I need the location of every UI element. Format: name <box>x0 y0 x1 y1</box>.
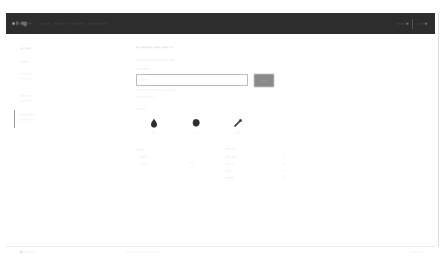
page-subtitle: ····· ······ ········ ·· ··· ···· <box>136 58 175 62</box>
stats-value: ·· <box>283 162 286 166</box>
mode-option[interactable]: ····· <box>226 118 250 140</box>
recent-list: ······· ······ ··· ··· <box>136 147 148 168</box>
options-label: ········ <box>136 107 146 111</box>
brand-logo[interactable]: ● t··ng ·· <box>12 21 31 27</box>
footer-right[interactable]: ······· · ···· <box>410 250 425 254</box>
stats-row: ····· ·· <box>226 168 286 175</box>
tool-icon <box>234 119 242 127</box>
sidebar-item[interactable]: ·· ···· ··· ·· ······· <box>20 72 33 82</box>
mode-option[interactable]: ···· <box>142 118 166 140</box>
sidebar-item-sublabel: ··· ·· ···· <box>20 99 33 103</box>
secondary-link[interactable]: ·· ···· · ····· ·· <box>136 95 156 99</box>
stats-value: ·· <box>283 176 286 180</box>
footer: ● ···· ···· · ··· ········ ···· ·· ···· … <box>6 246 435 256</box>
mode-options: ···· ·· ·· ····· <box>142 118 262 140</box>
nav-link[interactable]: ··· ··· <box>41 21 50 26</box>
footer-left[interactable]: ● ···· ···· · <box>20 250 35 254</box>
stats-label: ······· <box>226 176 234 180</box>
sidebar-item-label: ········ <box>20 60 30 64</box>
stats-row: ··· ··· ·· <box>226 161 286 168</box>
nav-link[interactable]: ··· ···· <box>55 21 65 26</box>
field-label: ···· ······· <box>136 67 151 71</box>
top-nav: ··· ··· ··· ···· ·· ·· ······ ···· ··· ·… <box>41 21 106 26</box>
divider <box>412 18 414 29</box>
sidebar-item[interactable]: ········ <box>20 60 30 65</box>
stats-label: ···· ···· <box>226 155 236 159</box>
page-title: ·· ······· ···· ···· ·· <box>136 45 174 51</box>
recent-list-heading: ······· <box>136 148 144 152</box>
blob-icon <box>192 119 200 127</box>
account-menu[interactable]: ······· ▾ <box>396 21 408 26</box>
stats-row: ······· ·· <box>226 175 286 182</box>
mode-caption: ·· ·· <box>193 131 199 135</box>
list-link[interactable]: ······ <box>188 161 195 165</box>
mode-caption: ···· <box>151 131 157 135</box>
sidebar-item-sublabel: ·· ······· <box>20 77 32 81</box>
mode-caption: ····· <box>235 131 241 135</box>
sidebar: ·· ···· ········ ·· ···· ··· ·· ······· … <box>6 34 124 246</box>
sidebar-item[interactable]: ··· ·· ··· ··· ·· ···· <box>20 94 33 104</box>
scrollbar[interactable] <box>438 13 439 246</box>
header-right: ······· ▾ · ··· ▾ <box>396 18 427 29</box>
stats-value: ·· <box>283 155 286 159</box>
nav-link[interactable]: ·· ·· ······ <box>69 21 85 26</box>
language-menu[interactable]: · ··· ▾ <box>417 21 427 26</box>
footer-center: ··· ········ ···· ·· ···· ···· <box>126 250 159 254</box>
stats-panel: ···· ··· ···· ···· ·· ··· ··· ·· ····· ·… <box>226 147 286 182</box>
submit-button[interactable]: ···· <box>254 74 274 87</box>
nav-link[interactable]: ···· ··· ····· <box>89 21 107 26</box>
list-item[interactable]: ······ <box>136 154 148 161</box>
search-input-value: ····· <box>141 78 147 82</box>
sidebar-title: ·· ···· <box>20 46 32 52</box>
stats-value: ·· <box>283 169 286 173</box>
stats-row: ···· ···· ·· <box>226 154 286 161</box>
hint-text: ······· ·· ··········· ··· · ······ <box>136 88 175 92</box>
drop-icon <box>151 118 157 128</box>
search-input[interactable]: ····· <box>136 74 248 86</box>
sidebar-item[interactable]: ·· ·········· · ··· ······ <box>18 113 36 123</box>
stats-heading: ···· ··· <box>226 147 235 151</box>
sidebar-item-sublabel: ··· ······ <box>18 118 30 122</box>
mode-option[interactable]: ·· ·· <box>184 118 208 140</box>
top-nav-bar: ● t··ng ·· ··· ··· ··· ···· ·· ·· ······… <box>6 13 435 34</box>
list-item[interactable]: ··· ··· <box>136 161 148 168</box>
stats-label: ····· <box>226 169 232 173</box>
stats-label: ··· ··· <box>226 162 234 166</box>
